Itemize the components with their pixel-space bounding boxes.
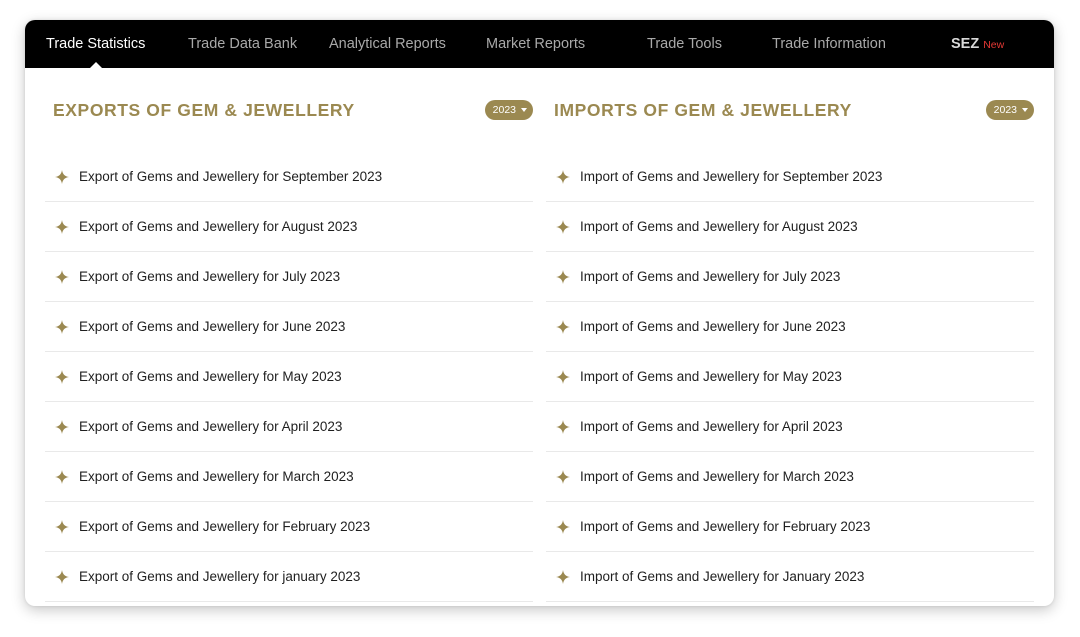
- sparkle-star-icon: [55, 519, 69, 534]
- report-link-label: Export of Gems and Jewellery for january…: [79, 569, 361, 584]
- imports-year-value: 2023: [993, 104, 1017, 116]
- report-link-label: Export of Gems and Jewellery for May 202…: [79, 369, 342, 384]
- report-link-label: Import of Gems and Jewellery for April 2…: [580, 419, 843, 434]
- sparkle-star-icon: [556, 569, 570, 584]
- sparkle-star-icon: [556, 219, 570, 234]
- import-report-link[interactable]: Import of Gems and Jewellery for Septemb…: [546, 152, 1034, 202]
- report-link-label: Import of Gems and Jewellery for March 2…: [580, 469, 854, 484]
- sparkle-star-icon: [55, 469, 69, 484]
- exports-list: Export of Gems and Jewellery for Septemb…: [45, 152, 533, 602]
- exports-panel: EXPORTS OF GEM & JEWELLERY 2023 Export o…: [45, 68, 533, 602]
- import-report-link[interactable]: Import of Gems and Jewellery for Februar…: [546, 502, 1034, 552]
- import-report-link[interactable]: Import of Gems and Jewellery for June 20…: [546, 302, 1034, 352]
- report-link-label: Export of Gems and Jewellery for July 20…: [79, 269, 341, 284]
- sparkle-star-icon: [55, 169, 69, 184]
- report-link-label: Export of Gems and Jewellery for Februar…: [79, 519, 371, 534]
- caret-down-icon: [521, 108, 527, 112]
- sparkle-star-icon: [55, 569, 69, 584]
- import-report-link[interactable]: Import of Gems and Jewellery for April 2…: [546, 402, 1034, 452]
- nav-trade-statistics[interactable]: Trade Statistics: [46, 20, 145, 69]
- caret-down-icon: [1022, 108, 1028, 112]
- sparkle-star-icon: [556, 319, 570, 334]
- report-link-label: Export of Gems and Jewellery for April 2…: [79, 419, 343, 434]
- export-report-link[interactable]: Export of Gems and Jewellery for Septemb…: [45, 152, 533, 202]
- import-report-link[interactable]: Import of Gems and Jewellery for August …: [546, 202, 1034, 252]
- exports-header: EXPORTS OF GEM & JEWELLERY 2023: [45, 68, 533, 152]
- sparkle-star-icon: [556, 419, 570, 434]
- report-link-label: Import of Gems and Jewellery for June 20…: [580, 319, 846, 334]
- sparkle-star-icon: [55, 319, 69, 334]
- sparkle-star-icon: [55, 219, 69, 234]
- report-link-label: Import of Gems and Jewellery for Septemb…: [580, 169, 883, 184]
- exports-year-value: 2023: [492, 104, 516, 116]
- sparkle-star-icon: [556, 469, 570, 484]
- report-link-label: Import of Gems and Jewellery for July 20…: [580, 269, 841, 284]
- nav-trade-data-bank[interactable]: Trade Data Bank: [188, 20, 297, 68]
- sparkle-star-icon: [556, 369, 570, 384]
- nav-sez-label: SEZ: [951, 36, 980, 52]
- import-report-link[interactable]: Import of Gems and Jewellery for July 20…: [546, 252, 1034, 302]
- export-report-link[interactable]: Export of Gems and Jewellery for April 2…: [45, 402, 533, 452]
- imports-title: IMPORTS OF GEM & JEWELLERY: [554, 100, 852, 120]
- report-link-label: Import of Gems and Jewellery for May 202…: [580, 369, 842, 384]
- imports-header: IMPORTS OF GEM & JEWELLERY 2023: [546, 68, 1034, 152]
- report-link-label: Export of Gems and Jewellery for Septemb…: [79, 169, 383, 184]
- export-report-link[interactable]: Export of Gems and Jewellery for June 20…: [45, 302, 533, 352]
- top-navigation: Trade Statistics Trade Data Bank Analyti…: [25, 20, 1054, 69]
- report-link-label: Import of Gems and Jewellery for August …: [580, 219, 858, 234]
- report-link-label: Import of Gems and Jewellery for January…: [580, 569, 865, 584]
- new-badge: New: [983, 39, 1005, 51]
- nav-trade-information[interactable]: Trade Information: [772, 20, 886, 68]
- nav-analytical-reports[interactable]: Analytical Reports: [329, 20, 446, 68]
- export-report-link[interactable]: Export of Gems and Jewellery for July 20…: [45, 252, 533, 302]
- sparkle-star-icon: [55, 269, 69, 284]
- report-link-label: Export of Gems and Jewellery for June 20…: [79, 319, 346, 334]
- imports-list: Import of Gems and Jewellery for Septemb…: [546, 152, 1034, 602]
- trade-statistics-menu: Trade Statistics Trade Data Bank Analyti…: [25, 20, 1054, 606]
- nav-sez[interactable]: SEZ New: [951, 20, 1004, 68]
- report-link-label: Export of Gems and Jewellery for August …: [79, 219, 358, 234]
- nav-market-reports[interactable]: Market Reports: [486, 20, 585, 68]
- nav-trade-tools[interactable]: Trade Tools: [647, 20, 722, 68]
- import-report-link[interactable]: Import of Gems and Jewellery for May 202…: [546, 352, 1034, 402]
- sparkle-star-icon: [55, 369, 69, 384]
- report-link-label: Import of Gems and Jewellery for Februar…: [580, 519, 871, 534]
- export-report-link[interactable]: Export of Gems and Jewellery for August …: [45, 202, 533, 252]
- exports-title: EXPORTS OF GEM & JEWELLERY: [53, 100, 355, 120]
- exports-year-select[interactable]: 2023: [484, 100, 533, 120]
- sparkle-star-icon: [556, 519, 570, 534]
- sparkle-star-icon: [556, 169, 570, 184]
- export-report-link[interactable]: Export of Gems and Jewellery for january…: [45, 552, 533, 602]
- export-report-link[interactable]: Export of Gems and Jewellery for March 2…: [45, 452, 533, 502]
- report-link-label: Export of Gems and Jewellery for March 2…: [79, 469, 354, 484]
- export-report-link[interactable]: Export of Gems and Jewellery for May 202…: [45, 352, 533, 402]
- sparkle-star-icon: [556, 269, 570, 284]
- import-report-link[interactable]: Import of Gems and Jewellery for March 2…: [546, 452, 1034, 502]
- imports-year-select[interactable]: 2023: [985, 100, 1034, 120]
- sparkle-star-icon: [55, 419, 69, 434]
- imports-panel: IMPORTS OF GEM & JEWELLERY 2023 Import o…: [546, 68, 1034, 602]
- export-report-link[interactable]: Export of Gems and Jewellery for Februar…: [45, 502, 533, 552]
- import-report-link[interactable]: Import of Gems and Jewellery for January…: [546, 552, 1034, 602]
